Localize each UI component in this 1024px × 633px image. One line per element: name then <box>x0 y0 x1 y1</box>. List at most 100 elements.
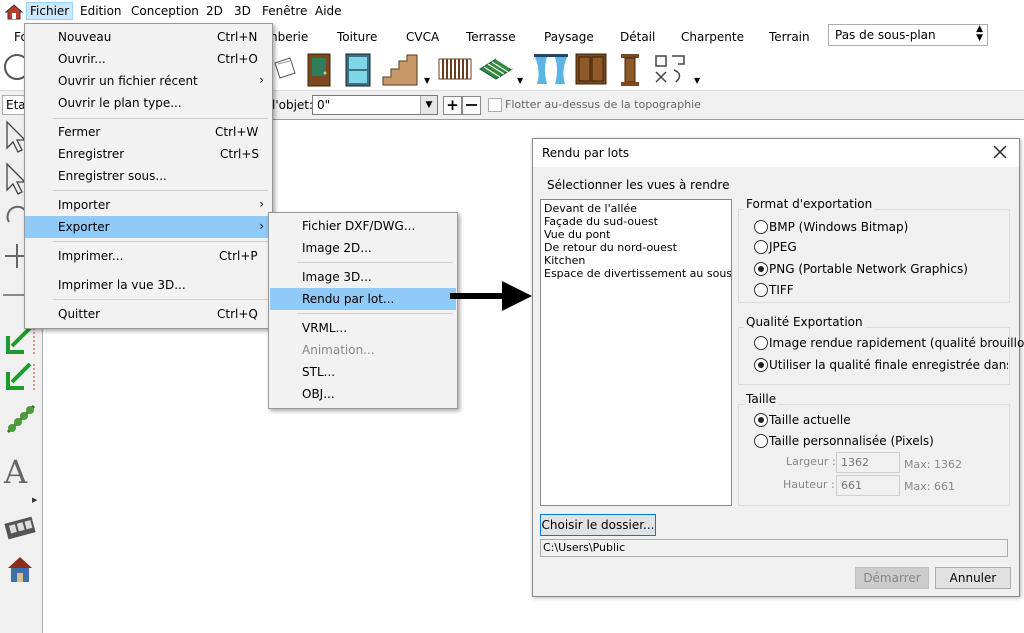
dropdown-arrow-icon[interactable]: ▼ <box>694 76 700 85</box>
menu-separator <box>53 299 268 300</box>
list-item[interactable]: Espace de divertissement au sous-so <box>544 267 731 280</box>
list-item[interactable]: Façade du sud-ouest <box>544 215 731 228</box>
format-radio-tiff[interactable] <box>754 283 768 297</box>
menu-item-nouveau[interactable]: Nouveau Ctrl+N <box>25 26 272 48</box>
list-item[interactable]: Devant de l'allée <box>544 202 731 215</box>
tab-paysage[interactable]: Paysage <box>544 30 594 44</box>
stairs-icon[interactable] <box>381 53 421 90</box>
format-group-title: Format d'exportation <box>744 197 875 211</box>
menu-item-export-obj[interactable]: OBJ... <box>269 383 457 405</box>
expand-arrow-icon[interactable]: ▶ <box>32 496 37 504</box>
size-radio-custom[interactable] <box>754 434 768 448</box>
text-tool-icon[interactable]: A <box>4 456 27 488</box>
menu-item-label: Imprimer... <box>58 249 124 263</box>
width-field[interactable]: 1362 <box>836 452 900 473</box>
menu-item-label: VRML... <box>302 321 348 335</box>
folder-path-field[interactable]: C:\Users\Public <box>540 539 1008 557</box>
shapes-icon[interactable] <box>654 54 686 87</box>
tab-cvca[interactable]: CVCA <box>406 30 439 44</box>
export-submenu: Fichier DXF/DWG... Image 2D... Image 3D.… <box>268 212 458 409</box>
menu-item-shortcut: Ctrl+N <box>217 30 258 44</box>
dropdown-arrow-icon[interactable]: ▼ <box>517 76 523 85</box>
quality-radio-final[interactable] <box>754 358 768 372</box>
menu-item-importer[interactable]: Importer › <box>25 194 272 216</box>
menu-item-ouvrir[interactable]: Ouvrir... Ctrl+O <box>25 48 272 70</box>
close-icon[interactable] <box>993 145 1007 162</box>
menu-item-exporter[interactable]: Exporter › <box>25 216 272 238</box>
menu-edition[interactable]: Edition <box>80 4 122 18</box>
list-item[interactable]: Vue du pont <box>544 228 731 241</box>
menu-item-imprimer[interactable]: Imprimer... Ctrl+P <box>25 245 272 267</box>
menu-item-export-vrml[interactable]: VRML... <box>269 317 457 339</box>
dropdown-arrow-icon[interactable]: ▼ <box>424 76 430 85</box>
start-button[interactable]: Démarrer <box>855 567 929 589</box>
menu-item-enregistrer[interactable]: Enregistrer Ctrl+S <box>25 143 272 165</box>
menu-fenetre[interactable]: Fenêtre <box>262 4 307 18</box>
quality-radio-draft[interactable] <box>754 336 768 350</box>
plant-icon[interactable] <box>4 402 38 439</box>
menu-item-export-image-2d[interactable]: Image 2D... <box>269 237 457 259</box>
views-listbox[interactable]: Devant de l'allée Façade du sud-ouest Vu… <box>540 199 732 506</box>
float-checkbox[interactable] <box>488 98 502 112</box>
quality-label-final: Utiliser la qualité finale enregistrée d… <box>769 358 1008 372</box>
window-sketch-icon[interactable] <box>272 55 298 84</box>
state-field[interactable]: Eta <box>2 95 26 115</box>
subplan-select[interactable]: Pas de sous-plan ▲ ▼ <box>828 24 988 46</box>
floor-pattern-icon[interactable] <box>478 55 514 86</box>
menu-fichier[interactable]: Fichier <box>26 2 74 20</box>
window-icon[interactable] <box>345 53 371 90</box>
menu-item-quitter[interactable]: Quitter Ctrl+Q <box>25 303 272 325</box>
arrow-down-left-icon[interactable] <box>4 324 36 359</box>
cancel-button[interactable]: Annuler <box>935 567 1011 589</box>
menu-2d[interactable]: 2D <box>206 4 223 18</box>
menu-item-export-stl[interactable]: STL... <box>269 361 457 383</box>
menu-item-export-image-3d[interactable]: Image 3D... <box>269 266 457 288</box>
column-icon[interactable] <box>619 53 641 90</box>
chevron-down-icon[interactable]: ▼ <box>420 96 437 114</box>
menu-item-label: Ouvrir le plan type... <box>58 96 182 110</box>
size-group-title: Taille <box>744 392 779 406</box>
plus-button[interactable]: + <box>443 96 462 115</box>
menu-item-imprimer-vue-3d[interactable]: Imprimer la vue 3D... <box>25 274 272 296</box>
railing-icon[interactable] <box>438 57 472 84</box>
tab-terrain[interactable]: Terrain <box>769 30 810 44</box>
menu-item-label: Imprimer la vue 3D... <box>58 278 186 292</box>
tab-charpente[interactable]: Charpente <box>681 30 744 44</box>
menu-item-rendu-par-lot[interactable]: Rendu par lot... <box>270 288 456 310</box>
menu-item-export-dxf[interactable]: Fichier DXF/DWG... <box>269 215 457 237</box>
menu-item-fermer[interactable]: Fermer Ctrl+W <box>25 121 272 143</box>
menu-item-label: Rendu par lot... <box>302 292 395 306</box>
choose-folder-button[interactable]: Choisir le dossier... <box>540 514 656 536</box>
menu-3d[interactable]: 3D <box>234 4 251 18</box>
minus-button[interactable] <box>462 96 481 115</box>
curtains-icon[interactable] <box>533 53 569 88</box>
menu-item-ouvrir-plan-type[interactable]: Ouvrir le plan type... <box>25 92 272 114</box>
menu-item-label: STL... <box>302 365 336 379</box>
tab-menuiserie[interactable]: nberie <box>270 30 308 44</box>
tab-terrasse[interactable]: Terrasse <box>466 30 516 44</box>
menu-item-ouvrir-recent[interactable]: Ouvrir un fichier récent › <box>25 70 272 92</box>
format-radio-png[interactable] <box>754 262 768 276</box>
list-item[interactable]: De retour du nord-ouest <box>544 241 731 254</box>
cabinet-icon[interactable] <box>575 53 607 88</box>
menu-aide[interactable]: Aide <box>315 4 342 18</box>
tab-detail[interactable]: Détail <box>620 30 655 44</box>
menu-item-enregistrer-sous[interactable]: Enregistrer sous... <box>25 165 272 187</box>
door-icon[interactable] <box>307 53 331 90</box>
size-radio-current[interactable] <box>754 413 768 427</box>
menu-item-shortcut: Ctrl+W <box>215 125 259 139</box>
menu-separator <box>297 262 453 263</box>
list-item[interactable]: Kitchen <box>544 254 731 267</box>
menu-conception[interactable]: Conception <box>131 4 199 18</box>
height-field[interactable]: 661 <box>836 475 900 496</box>
menu-item-shortcut: Ctrl+S <box>220 147 260 161</box>
camera-film-icon[interactable] <box>4 514 36 545</box>
quality-label-draft: Image rendue rapidement (qualité brouill… <box>769 336 1024 350</box>
house-icon[interactable] <box>6 554 34 587</box>
arrow-down-left-icon[interactable] <box>4 360 36 395</box>
angle-combo[interactable]: 0" ▼ <box>312 95 438 115</box>
tab-toiture[interactable]: Toiture <box>337 30 377 44</box>
format-radio-bmp[interactable] <box>754 220 768 234</box>
format-radio-jpeg[interactable] <box>754 240 768 254</box>
subplan-select-value: Pas de sous-plan <box>835 28 936 42</box>
